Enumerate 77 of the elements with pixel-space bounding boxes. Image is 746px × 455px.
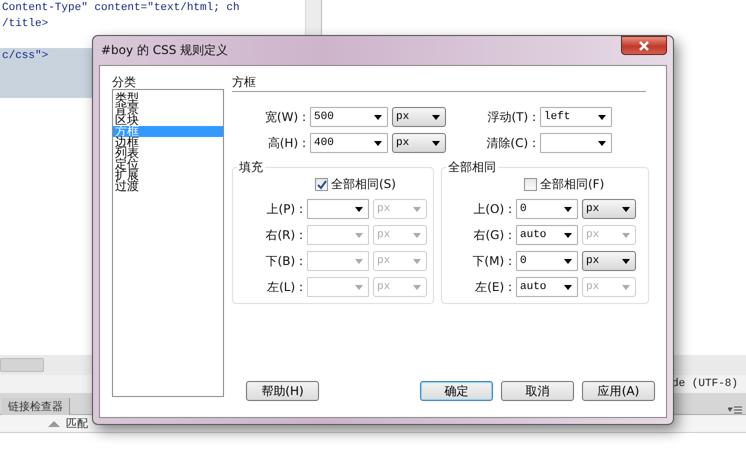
- code-line: Content-Type" content="text/html; ch: [1, 1, 241, 16]
- value-dropdown[interactable]: [307, 199, 369, 219]
- value-dropdown[interactable]: 400: [310, 133, 388, 153]
- field-label: 右(R) :: [264, 226, 303, 244]
- caret-icon: [432, 140, 440, 146]
- caret-icon: [622, 258, 630, 264]
- caret-icon: [355, 206, 363, 212]
- category-item[interactable]: 扩展: [113, 170, 223, 181]
- dialog-button[interactable]: 确定: [420, 381, 493, 401]
- category-label: 分类: [112, 75, 137, 89]
- caret-icon: [622, 206, 630, 212]
- caret-icon: [598, 114, 606, 120]
- caret-icon: [564, 284, 572, 290]
- field-label: 上(O) :: [472, 200, 512, 218]
- category-item[interactable]: 类型: [113, 93, 223, 104]
- caret-icon: [622, 232, 630, 238]
- close-icon: [638, 40, 650, 50]
- section-title: 方框: [232, 75, 257, 89]
- value-dropdown[interactable]: auto: [516, 277, 578, 297]
- category-item[interactable]: 背景: [113, 104, 223, 115]
- caret-icon: [355, 232, 363, 238]
- value-dropdown[interactable]: auto: [516, 225, 578, 245]
- caret-icon: [413, 206, 421, 212]
- caret-icon: [413, 232, 421, 238]
- field-label: 上(P) :: [266, 200, 303, 218]
- unit-dropdown[interactable]: px: [582, 199, 636, 219]
- field-label: 清除(C) :: [485, 134, 536, 152]
- caret-icon: [598, 140, 606, 146]
- field-label: 下(B) :: [264, 252, 303, 270]
- value-dropdown[interactable]: left: [540, 107, 612, 127]
- caret-icon: [413, 258, 421, 264]
- caret-icon: [413, 284, 421, 290]
- same-all-checkbox[interactable]: 全部相同(S): [237, 176, 427, 193]
- field-label: 右(G) :: [472, 226, 512, 244]
- checkbox[interactable]: [524, 178, 537, 191]
- unit-dropdown[interactable]: px: [392, 133, 446, 153]
- field-label: 宽(W) :: [264, 108, 306, 126]
- field-label: 高(H) :: [266, 134, 306, 152]
- caret-icon: [564, 258, 572, 264]
- panel-label: 匹配: [66, 416, 88, 431]
- code-line: /title>: [1, 17, 50, 32]
- caret-icon: [622, 284, 630, 290]
- group-title: 全部相同: [447, 159, 497, 176]
- category-item[interactable]: 定位: [113, 159, 223, 170]
- unit-dropdown[interactable]: px: [392, 107, 446, 127]
- window-title: #boy 的 CSS 规则定义: [100, 42, 228, 59]
- close-button[interactable]: [621, 36, 667, 55]
- category-item[interactable]: 列表: [113, 148, 223, 159]
- field-label: 下(M) :: [471, 252, 512, 270]
- caret-icon: [374, 140, 382, 146]
- field-label: 左(L) :: [266, 278, 303, 296]
- category-item[interactable]: 边框: [113, 137, 223, 148]
- checkbox[interactable]: [315, 178, 328, 191]
- menu-icon[interactable]: [728, 406, 742, 414]
- category-item[interactable]: 区块: [113, 115, 223, 126]
- scrollbar-thumb[interactable]: [0, 358, 44, 372]
- caret-icon: [432, 114, 440, 120]
- dialog-button[interactable]: 取消: [501, 381, 574, 401]
- same-all-checkbox[interactable]: 全部相同(F): [446, 176, 636, 193]
- caret-icon: [355, 258, 363, 264]
- dialog-button[interactable]: 帮助(H): [246, 381, 319, 401]
- value-dropdown[interactable]: 0: [516, 199, 578, 219]
- value-dropdown[interactable]: 500: [310, 107, 388, 127]
- value-dropdown[interactable]: 0: [516, 251, 578, 271]
- caret-icon: [374, 114, 382, 120]
- caret-icon: [564, 232, 572, 238]
- caret-icon: [355, 284, 363, 290]
- group-title: 填充: [238, 159, 264, 176]
- triangle-up-icon[interactable]: [48, 420, 60, 426]
- value-dropdown[interactable]: [540, 133, 612, 153]
- field-label: 左(E) :: [474, 278, 512, 296]
- panel-tab[interactable]: 链接检查器: [2, 398, 70, 415]
- field-label: 浮动(T) :: [486, 108, 536, 126]
- category-item[interactable]: 过渡: [113, 181, 223, 192]
- caret-icon: [564, 206, 572, 212]
- dialog-button[interactable]: 应用(A): [582, 381, 655, 401]
- unit-dropdown[interactable]: px: [582, 251, 636, 271]
